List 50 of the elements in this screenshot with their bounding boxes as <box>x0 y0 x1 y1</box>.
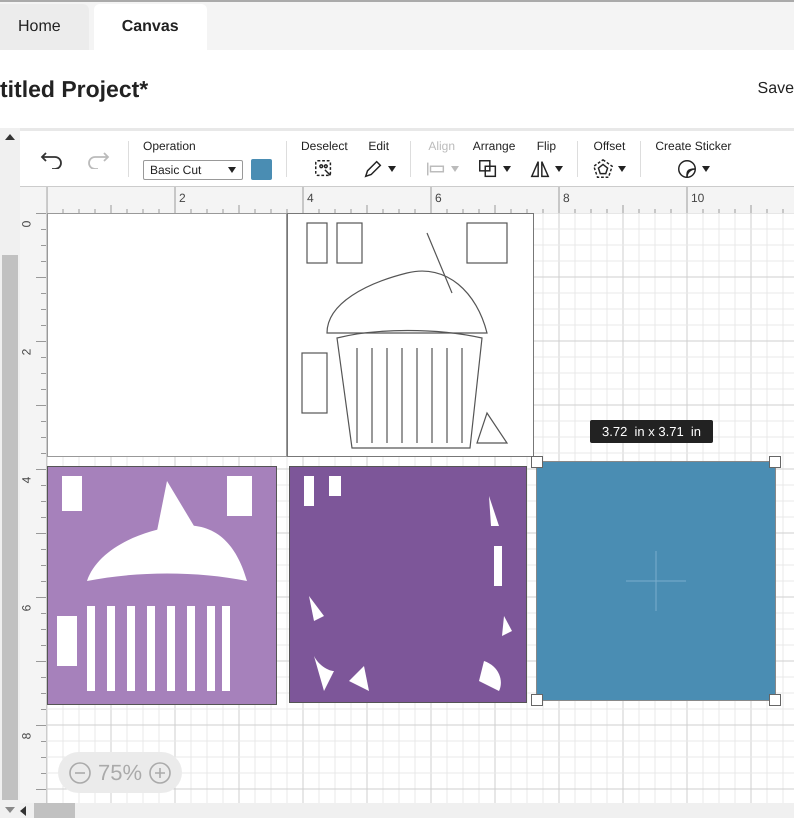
resize-handle[interactable] <box>769 694 781 706</box>
pentagon-icon <box>592 158 614 180</box>
ruler-label: 4 <box>307 190 314 207</box>
resize-handle[interactable] <box>769 456 781 468</box>
caret-icon <box>503 166 512 172</box>
save-button[interactable]: Save <box>750 77 794 101</box>
zoom-level: 75% <box>98 759 142 787</box>
ruler-label: 2 <box>179 190 186 207</box>
color-swatch[interactable] <box>251 159 272 180</box>
ruler-label: 6 <box>18 604 34 612</box>
cupcake-silhouette-drawing[interactable] <box>289 466 527 703</box>
caret-icon <box>450 166 459 172</box>
project-title: titled Project* <box>0 74 148 104</box>
cupcake-cutout-drawing[interactable] <box>47 466 277 705</box>
toolbar-tool-button[interactable]: Arrange <box>472 137 516 180</box>
ruler-label: 6 <box>435 190 442 207</box>
ruler-label: 10 <box>691 190 704 207</box>
ruler-label: 0 <box>18 220 34 228</box>
sticker-icon <box>676 158 698 180</box>
scroll-down-icon[interactable] <box>5 807 15 813</box>
toolbar-tool-button[interactable]: Offset <box>592 137 626 180</box>
scrollbar-thumb[interactable] <box>34 803 75 818</box>
ruler-label: 8 <box>18 732 34 740</box>
ruler-label: 4 <box>18 476 34 484</box>
caret-icon <box>555 166 564 172</box>
operation-label: Operation <box>143 138 197 155</box>
design-canvas[interactable]: 3.72 in x 3.71 in 75% <box>47 213 794 803</box>
toolbar-tool-button[interactable]: Flip <box>529 137 564 180</box>
zoom-in-button[interactable] <box>148 760 172 784</box>
ruler-label: 8 <box>563 190 570 207</box>
dimension-tooltip: 3.72 in x 3.71 in <box>590 420 714 443</box>
caret-icon <box>388 166 396 172</box>
tab[interactable]: Canvas <box>94 4 207 50</box>
toolbar-tool-button[interactable]: Deselect <box>301 137 348 180</box>
scroll-up-icon[interactable] <box>5 134 15 140</box>
toolbar-tool-button[interactable]: Create Sticker <box>655 137 732 180</box>
pencil-icon <box>362 158 384 180</box>
caret-icon <box>702 166 710 172</box>
tab[interactable]: Home <box>0 4 89 50</box>
resize-handle[interactable] <box>531 694 543 706</box>
caret-icon <box>228 166 236 172</box>
crosshair-icon <box>626 551 686 611</box>
toolbar-tool-button[interactable]: Edit <box>362 137 396 180</box>
resize-handle[interactable] <box>531 456 543 468</box>
caret-icon <box>618 166 626 172</box>
ruler-label: 2 <box>18 348 34 356</box>
operation-select[interactable]: Basic Cut <box>143 160 243 180</box>
scrollbar-thumb[interactable] <box>2 255 18 800</box>
zoom-out-button[interactable] <box>68 760 92 784</box>
cupcake-outline-drawing[interactable] <box>287 213 534 457</box>
